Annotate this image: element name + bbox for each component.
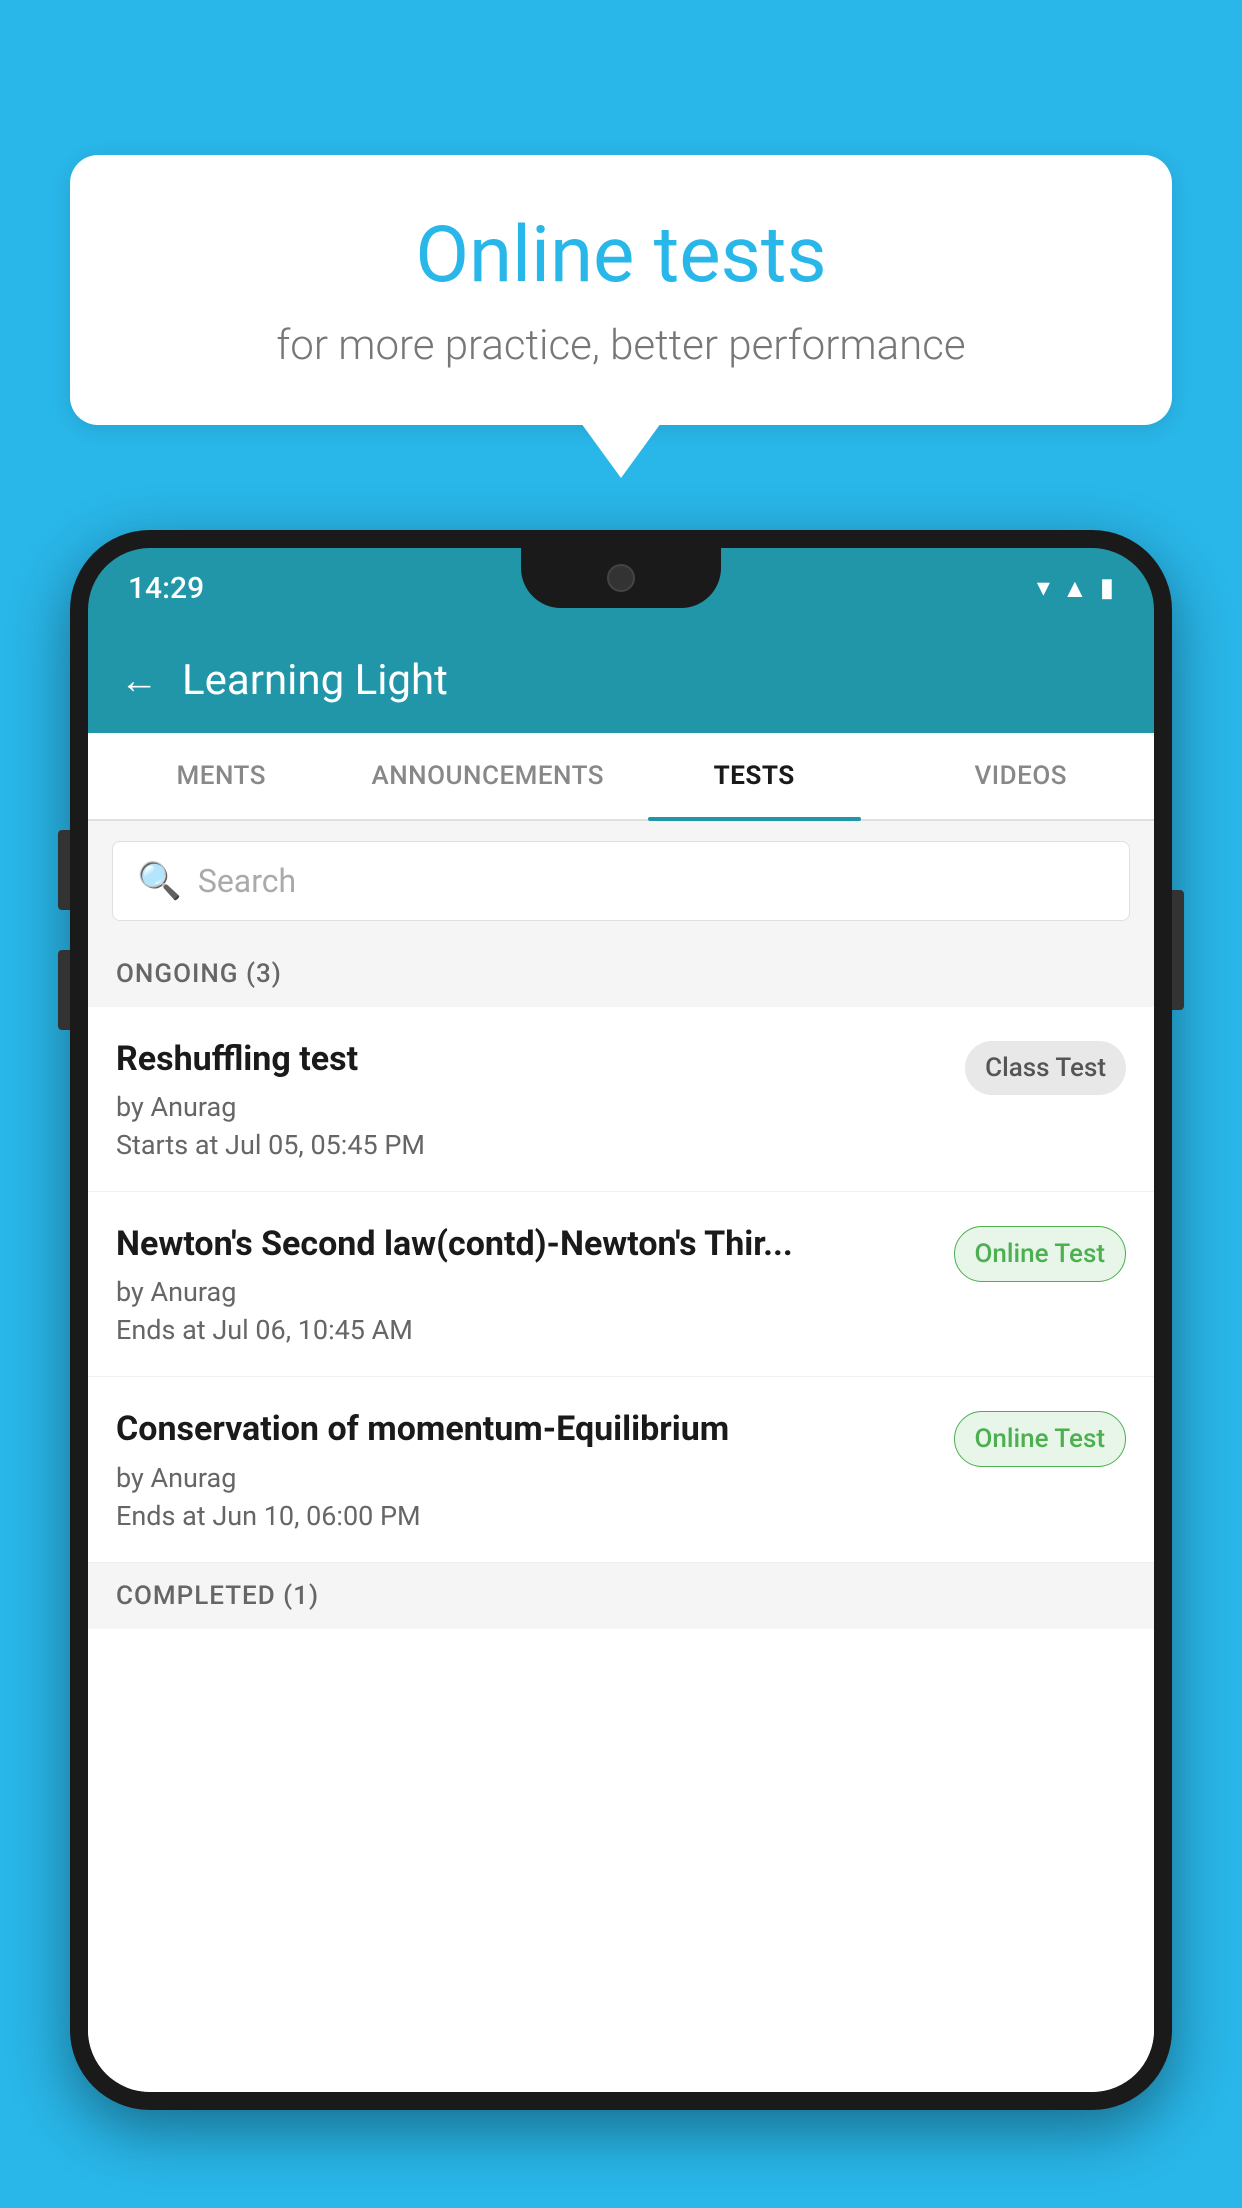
test-date: Starts at Jul 05, 05:45 PM xyxy=(116,1129,949,1161)
tab-announcements[interactable]: ANNOUNCEMENTS xyxy=(355,733,622,819)
tab-tests[interactable]: TESTS xyxy=(621,733,888,819)
speech-bubble: Online tests for more practice, better p… xyxy=(70,155,1172,425)
search-placeholder: Search xyxy=(198,862,296,900)
search-bar[interactable]: 🔍 Search xyxy=(112,841,1130,921)
phone-container: 14:29 ▾ ▲ ▮ ← Learning Light MENTS xyxy=(70,530,1172,2208)
test-badge-class: Class Test xyxy=(965,1041,1126,1095)
wifi-icon: ▾ xyxy=(1037,573,1050,603)
test-author: by Anurag xyxy=(116,1462,938,1494)
status-icons: ▾ ▲ ▮ xyxy=(1037,573,1114,604)
test-list: Reshuffling test by Anurag Starts at Jul… xyxy=(88,1007,1154,2092)
speech-bubble-container: Online tests for more practice, better p… xyxy=(70,155,1172,478)
phone-frame: 14:29 ▾ ▲ ▮ ← Learning Light MENTS xyxy=(70,530,1172,2110)
app-header: ← Learning Light xyxy=(88,628,1154,733)
speech-bubble-title: Online tests xyxy=(130,210,1112,301)
tabs-container: MENTS ANNOUNCEMENTS TESTS VIDEOS xyxy=(88,733,1154,821)
search-icon: 🔍 xyxy=(137,860,182,902)
test-item[interactable]: Conservation of momentum-Equilibrium by … xyxy=(88,1377,1154,1562)
volume-up-button xyxy=(58,830,70,910)
tab-videos[interactable]: VIDEOS xyxy=(888,733,1155,819)
status-time: 14:29 xyxy=(128,571,204,606)
search-container: 🔍 Search xyxy=(88,821,1154,941)
completed-section-header: COMPLETED (1) xyxy=(88,1563,1154,1629)
test-badge-online: Online Test xyxy=(954,1226,1127,1282)
test-name: Newton's Second law(contd)-Newton's Thir… xyxy=(116,1222,938,1266)
test-name: Reshuffling test xyxy=(116,1037,949,1081)
test-info: Reshuffling test by Anurag Starts at Jul… xyxy=(116,1037,949,1161)
test-author: by Anurag xyxy=(116,1091,949,1123)
test-badge-online-2: Online Test xyxy=(954,1411,1127,1467)
test-date: Ends at Jun 10, 06:00 PM xyxy=(116,1500,938,1532)
power-button xyxy=(1172,890,1184,1010)
tab-ments[interactable]: MENTS xyxy=(88,733,355,819)
ongoing-section-header: ONGOING (3) xyxy=(88,941,1154,1007)
signal-icon: ▲ xyxy=(1062,573,1088,604)
test-name: Conservation of momentum-Equilibrium xyxy=(116,1407,938,1451)
back-button[interactable]: ← xyxy=(120,659,158,703)
test-info: Conservation of momentum-Equilibrium by … xyxy=(116,1407,938,1531)
camera xyxy=(607,564,635,592)
test-date: Ends at Jul 06, 10:45 AM xyxy=(116,1314,938,1346)
test-info: Newton's Second law(contd)-Newton's Thir… xyxy=(116,1222,938,1346)
test-item[interactable]: Newton's Second law(contd)-Newton's Thir… xyxy=(88,1192,1154,1377)
phone-notch xyxy=(521,548,721,608)
speech-bubble-arrow xyxy=(581,423,661,478)
battery-icon: ▮ xyxy=(1100,573,1114,603)
test-item[interactable]: Reshuffling test by Anurag Starts at Jul… xyxy=(88,1007,1154,1192)
volume-down-button xyxy=(58,950,70,1030)
app-title: Learning Light xyxy=(182,656,448,705)
phone-screen: ← Learning Light MENTS ANNOUNCEMENTS TES… xyxy=(88,628,1154,2092)
status-bar: 14:29 ▾ ▲ ▮ xyxy=(88,548,1154,628)
speech-bubble-subtitle: for more practice, better performance xyxy=(130,321,1112,370)
test-author: by Anurag xyxy=(116,1276,938,1308)
